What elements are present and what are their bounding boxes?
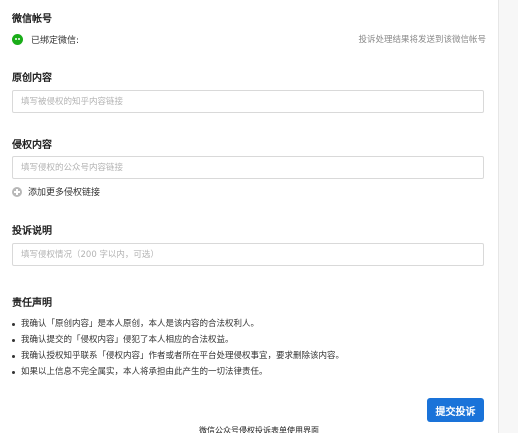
bullet-icon <box>12 370 15 374</box>
complaint-description-title: 投诉说明 <box>12 226 52 237</box>
bullet-icon <box>12 354 15 358</box>
result-notice: 投诉处理结果将发送到该微信帐号 <box>358 35 486 45</box>
infringing-content-input[interactable] <box>12 156 484 179</box>
list-item: 如果以上信息不完全属实，本人将承担由此产生的一切法律责任。 <box>12 364 344 380</box>
list-item: 我确认提交的「侵权内容」侵犯了本人相应的合法权益。 <box>12 332 344 348</box>
submit-complaint-button[interactable]: 提交投诉 <box>427 398 484 422</box>
list-item: 我确认授权知乎联系「侵权内容」作者或者所在平台处理侵权事宜，要求删除该内容。 <box>12 348 344 364</box>
figure-caption: 微信公众号侵权投诉表单使用界面 <box>199 426 319 433</box>
list-item: 我确认「原创内容」是本人原创，本人是该内容的合法权利人。 <box>12 316 344 332</box>
page-gutter <box>498 0 518 433</box>
wechat-bound-row: 已绑定微信: 投诉处理结果将发送到该微信帐号 <box>12 32 486 46</box>
complaint-form: 微信帐号 已绑定微信: 投诉处理结果将发送到该微信帐号 原创内容 侵权内容 添加… <box>0 0 498 433</box>
original-content-title: 原创内容 <box>12 73 52 84</box>
wechat-icon <box>12 33 23 45</box>
original-content-input[interactable] <box>12 90 484 113</box>
add-more-links-label: 添加更多侵权链接 <box>28 188 101 198</box>
infringing-content-title: 侵权内容 <box>12 140 52 151</box>
bullet-icon <box>12 322 15 326</box>
responsibility-list: 我确认「原创内容」是本人原创，本人是该内容的合法权利人。 我确认提交的「侵权内容… <box>12 316 344 380</box>
responsibility-title: 责任声明 <box>12 298 52 309</box>
complaint-description-input[interactable] <box>12 243 484 266</box>
plus-circle-icon <box>12 186 22 197</box>
add-more-links-button[interactable]: 添加更多侵权链接 <box>12 185 100 198</box>
wechat-account-title: 微信帐号 <box>12 14 52 25</box>
bullet-icon <box>12 338 15 342</box>
bound-wechat-label: 已绑定微信: <box>31 35 80 46</box>
